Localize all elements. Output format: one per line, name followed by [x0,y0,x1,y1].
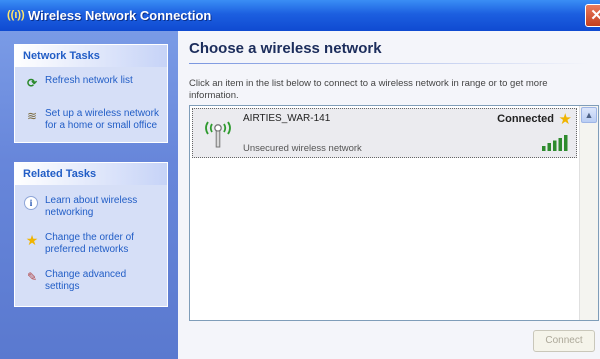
wireless-network-window: ((ι)) Wireless Network Connection ✕ Netw… [0,0,600,359]
list-scrollbar[interactable]: ▲ [579,106,598,320]
window-title: Wireless Network Connection [28,8,212,23]
network-tasks-header[interactable]: Network Tasks [15,45,167,67]
star-icon: ★ [25,232,39,248]
signal-strength-icon [542,135,568,151]
network-name: AIRTIES_WAR-141 [243,113,331,124]
heading-divider [189,63,589,64]
preferred-star-icon: ★ [558,111,572,128]
setup-wireless-network-link[interactable]: ≋ Set up a wireless network for a home o… [15,103,167,136]
settings-icon: ✎ [26,270,38,284]
change-order-label: Change the order of preferred networks [45,232,134,255]
connect-button[interactable]: Connect [533,330,595,352]
refresh-network-list-label: Refresh network list [45,75,133,86]
network-security: Unsecured wireless network [243,143,362,154]
related-tasks-header[interactable]: Related Tasks [15,163,167,185]
network-list[interactable]: AIRTIES_WAR-141 Connected ★ Unsecured wi… [189,105,599,321]
learn-wireless-label: Learn about wireless networking [45,195,138,218]
change-advanced-settings-label: Change advanced settings [45,269,127,292]
connection-status: Connected [497,113,554,125]
close-button[interactable]: ✕ [585,4,600,27]
change-order-link[interactable]: ★ Change the order of preferred networks [15,227,167,260]
network-tasks-panel: Network Tasks ⟳ Refresh network list ≋ S… [14,44,168,143]
scroll-up-button[interactable]: ▲ [581,107,597,123]
page-title: Choose a wireless network [189,40,382,57]
change-advanced-settings-link[interactable]: ✎ Change advanced settings [15,264,167,297]
related-tasks-panel: Related Tasks i Learn about wireless net… [14,162,168,307]
wireless-network-icon [205,121,231,148]
info-icon: i [24,196,38,210]
wireless-antenna-icon: ((ι)) [7,9,25,21]
setup-network-icon: ≋ [26,109,38,123]
learn-wireless-link[interactable]: i Learn about wireless networking [15,190,167,223]
task-sidebar: Network Tasks ⟳ Refresh network list ≋ S… [0,31,178,359]
setup-wireless-network-label: Set up a wireless network for a home or … [45,108,159,131]
instructions-text: Click an item in the list below to conne… [189,78,548,101]
main-content: Choose a wireless network Click an item … [178,31,600,359]
refresh-network-list-link[interactable]: ⟳ Refresh network list [15,70,167,91]
title-bar[interactable]: ((ι)) Wireless Network Connection ✕ [0,0,600,32]
refresh-icon: ⟳ [26,76,38,90]
network-item[interactable]: AIRTIES_WAR-141 Connected ★ Unsecured wi… [192,108,577,158]
